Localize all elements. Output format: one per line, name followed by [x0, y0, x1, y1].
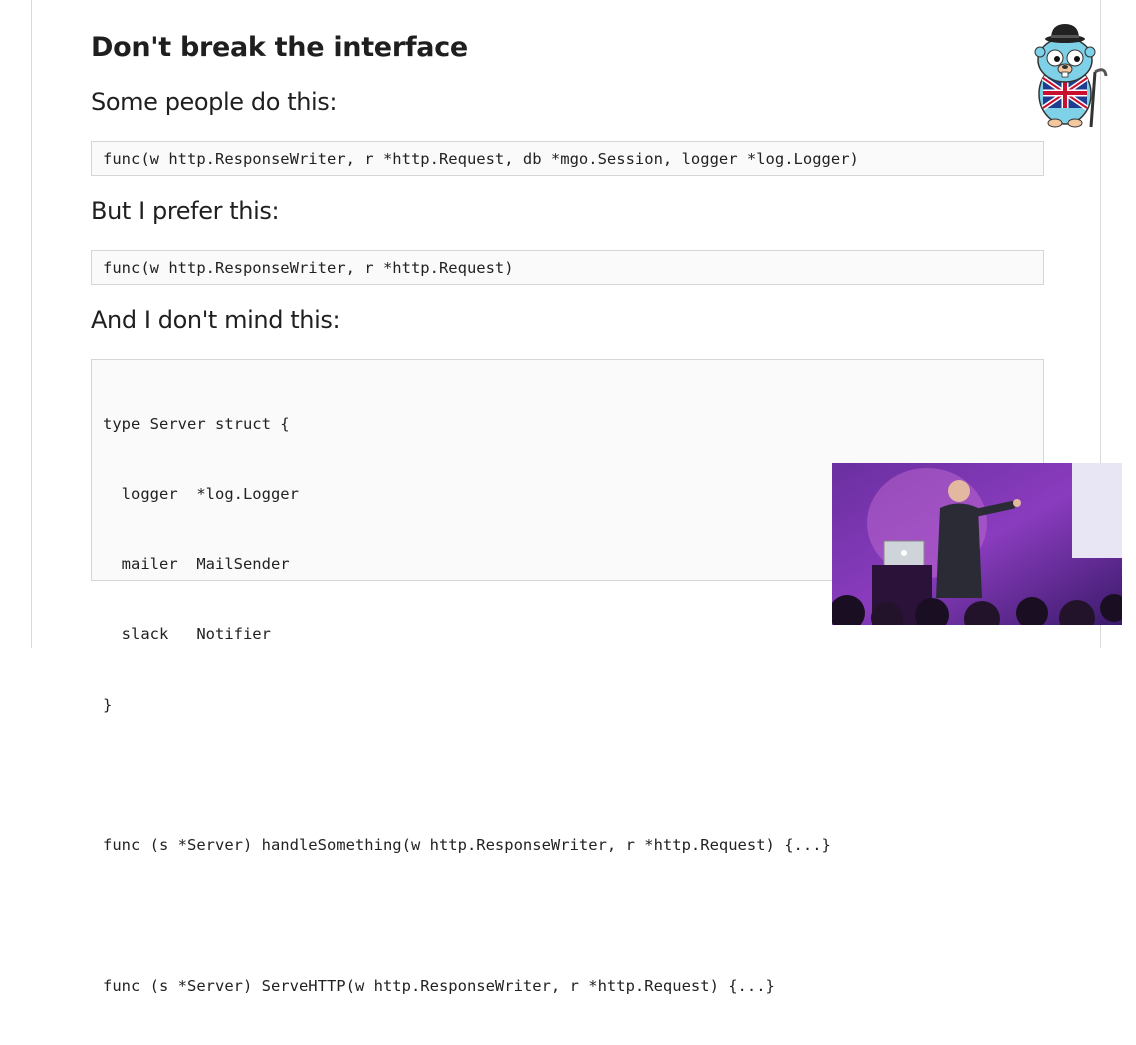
code-line: type Server struct {: [103, 414, 290, 433]
gopher-mascot-icon: [1034, 24, 1108, 128]
heading-i-prefer: But I prefer this:: [91, 197, 280, 225]
heading-dont-mind: And I don't mind this:: [91, 306, 341, 334]
code-line: }: [103, 695, 113, 714]
code-block-2: func(w http.ResponseWriter, r *http.Requ…: [91, 250, 1044, 285]
speaker-video-feed: [832, 463, 1122, 625]
code-line: func (s *Server) ServeHTTP(w http.Respon…: [103, 976, 775, 995]
code-line: func (s *Server) handleSomething(w http.…: [103, 836, 831, 855]
code-block-1: func(w http.ResponseWriter, r *http.Requ…: [91, 141, 1044, 176]
slide-title: Don't break the interface: [91, 32, 468, 63]
code-line: slack Notifier: [103, 625, 271, 644]
video-frame: [832, 463, 1122, 625]
heading-some-people: Some people do this:: [91, 88, 338, 116]
